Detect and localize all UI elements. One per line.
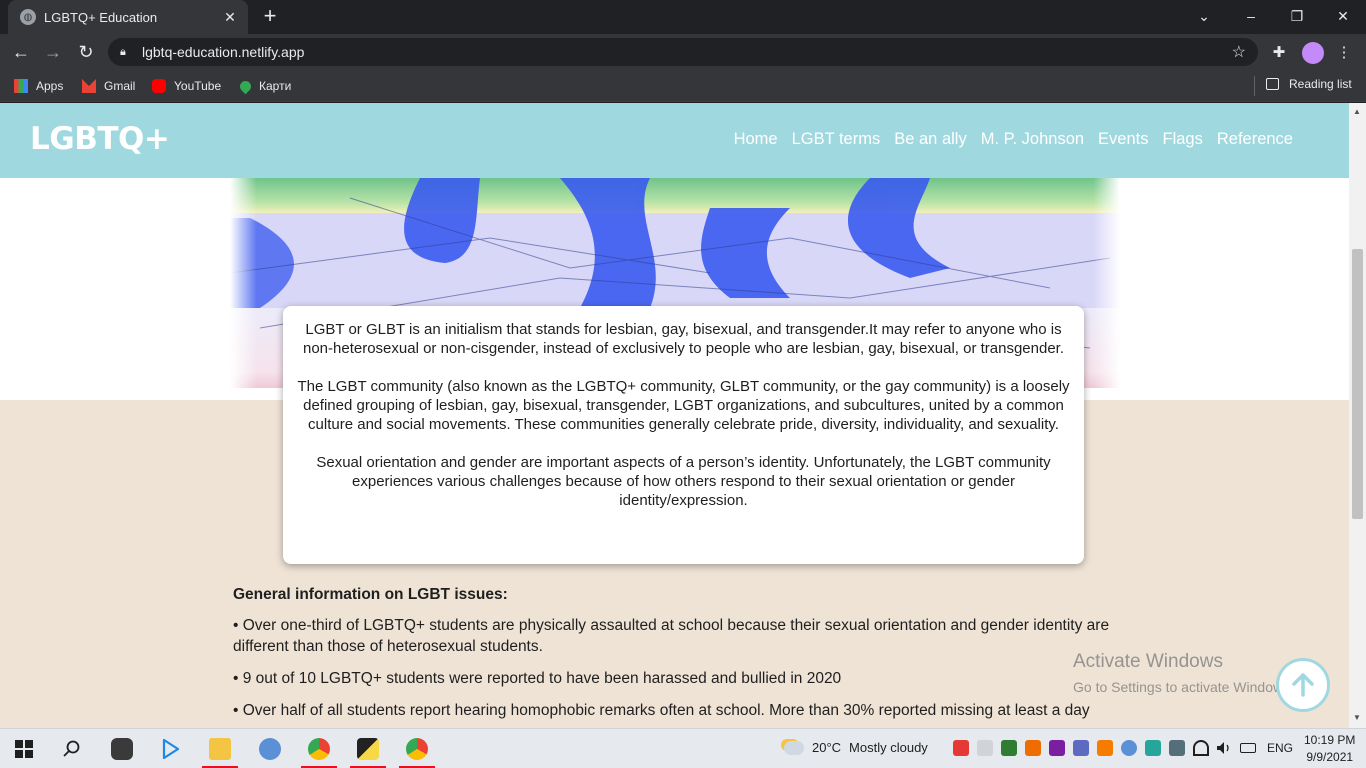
menu-kebab-icon[interactable]: ⋮ <box>1333 42 1355 64</box>
fact-item: • 9 out of 10 LGBTQ+ students were repor… <box>233 670 842 687</box>
search-icon[interactable] <box>50 733 94 765</box>
restore-button[interactable]: ❐ <box>1274 3 1320 29</box>
tray-app-icon[interactable] <box>1025 740 1041 756</box>
bookmark-maps[interactable]: Карти <box>237 77 292 95</box>
start-button[interactable] <box>2 733 46 765</box>
page-scrollbar[interactable]: ▲ ▼ <box>1349 103 1366 728</box>
page-viewport: LGBTQ+ Home LGBT terms Be an ally M. P. … <box>0 103 1349 728</box>
tray-app-icon[interactable] <box>977 740 993 756</box>
bookmark-apps[interactable]: Apps <box>14 77 63 95</box>
tab-close-icon[interactable]: ✕ <box>222 9 238 26</box>
weather-temperature: 20°C <box>812 740 842 755</box>
volume-icon[interactable] <box>1216 740 1232 756</box>
url-text: lgbtq-education.netlify.app <box>142 44 305 60</box>
tab-search-icon[interactable]: ⌄ <box>1181 3 1227 29</box>
arrow-up-icon <box>1292 673 1314 697</box>
fact-item: • Over half of all students report heari… <box>233 702 1090 719</box>
alien-app-icon[interactable] <box>100 733 144 765</box>
tab-strip: ◍ LGBTQ+ Education ✕ + ⌄ – ❐ ✕ <box>0 0 1366 34</box>
apps-grid-icon <box>14 79 28 93</box>
bookmarks-bar: Apps Gmail YouTube Карти Reading list <box>0 70 1366 102</box>
qbittorrent-icon[interactable] <box>248 733 292 765</box>
nav-lgbt-terms[interactable]: LGBT terms <box>792 130 881 149</box>
sticky-notes-icon[interactable] <box>346 733 390 768</box>
nav-events[interactable]: Events <box>1098 130 1148 149</box>
forward-arrow-icon[interactable]: → <box>40 39 66 65</box>
scroll-up-arrow-icon[interactable]: ▲ <box>1353 107 1361 116</box>
address-bar[interactable]: 🔒︎ lgbtq-education.netlify.app ☆ <box>108 38 1258 66</box>
general-info-section: General information on LGBT issues: • Ov… <box>233 584 1123 728</box>
site-nav: Home LGBT terms Be an ally M. P. Johnson… <box>734 130 1293 149</box>
site-header: LGBTQ+ Home LGBT terms Be an ally M. P. … <box>0 103 1349 178</box>
youtube-icon <box>152 79 166 93</box>
profile-avatar[interactable] <box>1302 42 1324 64</box>
gmail-icon <box>82 79 96 93</box>
minimize-button[interactable]: – <box>1228 3 1274 29</box>
weather-cloud-icon <box>784 740 804 755</box>
tray-app-icon[interactable] <box>1145 740 1161 756</box>
bookmark-label: YouTube <box>174 79 222 93</box>
new-tab-button[interactable]: + <box>258 5 282 29</box>
windows-logo-icon <box>15 740 33 758</box>
teams-icon[interactable] <box>1073 740 1089 756</box>
close-window-button[interactable]: ✕ <box>1320 3 1366 29</box>
language-indicator[interactable]: ENG <box>1267 741 1293 755</box>
intro-card: LGBT or GLBT is an initialism that stand… <box>283 306 1084 564</box>
general-info-heading: General information on LGBT issues: <box>233 586 508 603</box>
browser-toolbar: ← → ↻ 🔒︎ lgbtq-education.netlify.app ☆ ✚… <box>0 34 1366 70</box>
activate-windows-watermark: Activate Windows Go to Settings to activ… <box>1073 651 1294 695</box>
bookmark-label: Apps <box>36 79 64 93</box>
clock-time: 10:19 PM <box>1304 733 1356 747</box>
reload-icon[interactable]: ↻ <box>73 39 99 65</box>
bookmark-gmail[interactable]: Gmail <box>82 77 135 95</box>
system-clock[interactable]: 10:19 PM 9/9/2021 <box>1304 732 1355 766</box>
media-player-icon[interactable] <box>148 733 192 765</box>
globe-icon: ◍ <box>20 9 36 25</box>
scrollbar-thumb[interactable] <box>1352 249 1363 519</box>
reading-list-label: Reading list <box>1289 77 1352 91</box>
bookmark-youtube[interactable]: YouTube <box>152 77 221 95</box>
nav-be-an-ally[interactable]: Be an ally <box>894 130 966 149</box>
watermark-title: Activate Windows <box>1073 651 1223 672</box>
clock-date: 9/9/2021 <box>1306 750 1354 764</box>
nav-flags[interactable]: Flags <box>1163 130 1203 149</box>
tray-shield-icon[interactable] <box>1001 740 1017 756</box>
weather-widget[interactable]: 20°C Mostly cloudy <box>784 740 928 755</box>
watermark-subtitle: Go to Settings to activate Windows. <box>1073 679 1294 695</box>
intro-paragraph: LGBT or GLBT is an initialism that stand… <box>302 321 1065 357</box>
intro-paragraph: Sexual orientation and gender are import… <box>316 454 1051 509</box>
maps-pin-icon <box>237 78 254 94</box>
bookmark-star-icon[interactable]: ☆ <box>1232 42 1246 62</box>
intro-paragraph: The LGBT community (also known as the LG… <box>297 378 1070 433</box>
file-explorer-icon[interactable] <box>198 733 242 768</box>
display-icon[interactable] <box>1169 740 1185 756</box>
bookmark-label: Gmail <box>104 79 136 93</box>
reading-list-icon <box>1266 78 1279 90</box>
nav-reference[interactable]: Reference <box>1217 130 1293 149</box>
tab-title: LGBTQ+ Education <box>44 9 158 25</box>
battery-icon[interactable] <box>1240 743 1256 753</box>
tray-app-icon[interactable] <box>1097 740 1113 756</box>
onenote-icon[interactable] <box>1049 740 1065 756</box>
nav-mp-johnson[interactable]: M. P. Johnson <box>981 130 1084 149</box>
scroll-to-top-button[interactable] <box>1276 658 1330 712</box>
fact-item: • Over one-third of LGBTQ+ students are … <box>233 617 1110 655</box>
nav-home[interactable]: Home <box>734 130 778 149</box>
extensions-puzzle-icon[interactable]: ✚ <box>1268 42 1290 64</box>
browser-tab[interactable]: ◍ LGBTQ+ Education ✕ <box>8 0 248 34</box>
back-arrow-icon[interactable]: ← <box>8 39 34 65</box>
scroll-down-arrow-icon[interactable]: ▼ <box>1353 713 1361 722</box>
qbittorrent-tray-icon[interactable] <box>1121 740 1137 756</box>
chrome-profile-icon[interactable] <box>297 733 341 768</box>
lock-icon: 🔒︎ <box>120 45 126 58</box>
bookmark-label: Карти <box>259 79 292 93</box>
reading-list-button[interactable]: Reading list <box>1266 77 1352 91</box>
tray-app-icon[interactable] <box>953 740 969 756</box>
wifi-icon[interactable] <box>1193 740 1209 756</box>
divider <box>1254 76 1255 96</box>
site-logo[interactable]: LGBTQ+ <box>30 121 170 157</box>
chrome-icon[interactable] <box>395 733 439 768</box>
weather-description: Mostly cloudy <box>849 740 928 755</box>
windows-taskbar: 20°C Mostly cloudy ENG 10:19 PM 9/9/2021 <box>0 728 1366 768</box>
